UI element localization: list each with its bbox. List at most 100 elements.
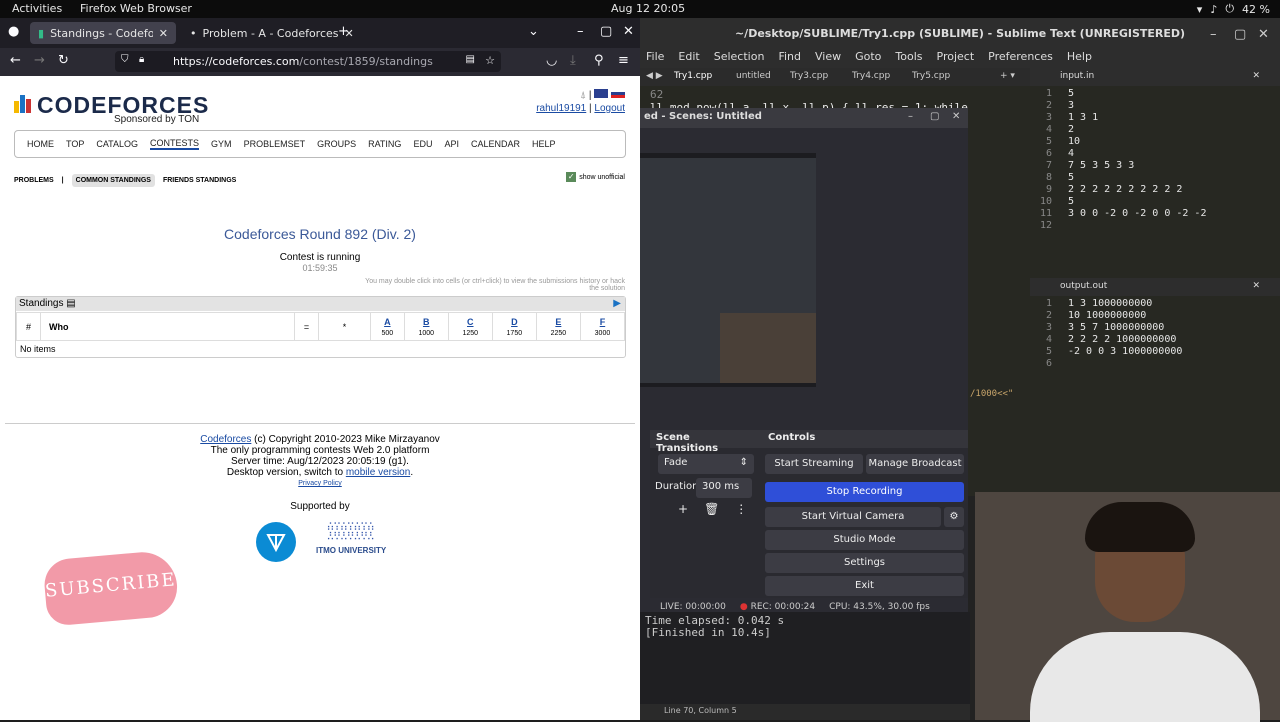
menu-item-edu[interactable]: EDU bbox=[413, 139, 432, 149]
system-tray[interactable]: ▾ ♪ ⏻ 42 % bbox=[1197, 2, 1270, 16]
manage-broadcast-button[interactable]: Manage Broadcast bbox=[866, 454, 964, 474]
output-pane[interactable]: output.out ✕ 123456 1 3 1000000000 10 1000… bbox=[1030, 278, 1280, 492]
menu-goto[interactable]: Goto bbox=[855, 50, 881, 66]
close-window-icon[interactable]: ✕ bbox=[1258, 27, 1269, 42]
menu-view[interactable]: View bbox=[815, 50, 841, 66]
tab-try1[interactable]: Try1.cpp bbox=[674, 71, 712, 81]
english-flag-icon[interactable] bbox=[594, 89, 609, 98]
menu-item-help[interactable]: HELP bbox=[532, 139, 556, 149]
col-who[interactable]: Who bbox=[40, 312, 295, 341]
subnav-common-standings[interactable]: COMMON STANDINGS bbox=[71, 174, 155, 187]
menu-tools[interactable]: Tools bbox=[895, 50, 922, 66]
maximize-icon[interactable]: ▢ bbox=[600, 24, 612, 39]
menu-item-catalog[interactable]: CATALOG bbox=[96, 139, 138, 149]
forward-icon[interactable]: → bbox=[34, 53, 45, 68]
itmo-logo[interactable]: ∴∵∴∵∴∵∴ ∵∴∵∴∵∴∵ ∴∵∴∵∴∵∴ ITMO UNIVERSITY bbox=[316, 521, 386, 556]
menu-edit[interactable]: Edit bbox=[678, 50, 699, 66]
chevron-down-icon[interactable]: ⌄ bbox=[528, 24, 539, 39]
active-app-name[interactable]: Firefox Web Browser bbox=[80, 2, 192, 15]
tab-try4[interactable]: Try4.cpp bbox=[852, 71, 890, 81]
tab-standings[interactable]: ▮ Standings - Codeforces R ✕ bbox=[30, 22, 176, 44]
tab-untitled[interactable]: untitled bbox=[736, 71, 771, 81]
menu-item-rating[interactable]: RATING bbox=[368, 139, 401, 149]
duration-input[interactable]: 300 ms bbox=[696, 478, 752, 498]
build-output-console[interactable]: Time elapsed: 0.042 s [Finished in 10.4s… bbox=[640, 612, 970, 704]
col-problem-a[interactable]: A 500 bbox=[370, 312, 405, 341]
maximize-icon[interactable]: ▢ bbox=[930, 111, 939, 122]
col-solved[interactable]: = bbox=[294, 312, 319, 341]
close-icon[interactable]: ✕ bbox=[1252, 281, 1260, 291]
transition-select[interactable]: Fade ⇕ bbox=[658, 454, 754, 474]
close-window-icon[interactable]: ✕ bbox=[952, 111, 960, 122]
url-bar[interactable]: ⛉ 🔒︎ https://codeforces.com/contest/1859… bbox=[115, 51, 501, 72]
tab-problem-a[interactable]: • Problem - A - Codeforces ✕ bbox=[182, 22, 354, 44]
footer-codeforces-link[interactable]: Codeforces bbox=[200, 434, 251, 445]
gear-icon[interactable]: ⚙ bbox=[944, 507, 964, 527]
add-icon[interactable]: + bbox=[678, 502, 688, 516]
arrow-right-icon[interactable]: ▶ bbox=[613, 298, 621, 309]
problem-link[interactable]: B bbox=[405, 317, 448, 327]
problem-link[interactable]: C bbox=[449, 317, 492, 327]
tab-add-icon[interactable]: + ▾ bbox=[1000, 71, 1015, 81]
problem-link[interactable]: A bbox=[371, 317, 404, 327]
mobile-version-link[interactable]: mobile version bbox=[346, 467, 410, 478]
problem-link[interactable]: D bbox=[493, 317, 536, 327]
logout-link[interactable]: Logout bbox=[594, 103, 625, 114]
stop-recording-button[interactable]: Stop Recording bbox=[765, 482, 964, 502]
bell-icon[interactable]: ⍋ bbox=[580, 90, 586, 101]
menu-file[interactable]: File bbox=[646, 50, 664, 66]
start-streaming-button[interactable]: Start Streaming bbox=[765, 454, 863, 474]
reload-icon[interactable]: ↻ bbox=[58, 53, 69, 68]
close-window-icon[interactable]: ✕ bbox=[623, 24, 634, 39]
tab-input[interactable]: input.in ✕ bbox=[1030, 68, 1280, 86]
clock[interactable]: Aug 12 20:05 bbox=[611, 2, 685, 15]
menu-item-calendar[interactable]: CALENDAR bbox=[471, 139, 520, 149]
minimize-icon[interactable]: – bbox=[577, 24, 584, 39]
lock-icon[interactable]: 🔒︎ bbox=[139, 54, 144, 65]
problem-link[interactable]: E bbox=[537, 317, 580, 327]
subnav-friends-standings[interactable]: FRIENDS STANDINGS bbox=[163, 177, 236, 184]
col-problem-b[interactable]: B 1000 bbox=[403, 312, 449, 341]
bookmark-star-icon[interactable]: ☆ bbox=[485, 54, 495, 67]
code-editor-visible-strip[interactable]: /1000<<" bbox=[968, 86, 1030, 496]
checkbox-checked-icon[interactable]: ✓ bbox=[566, 172, 577, 182]
col-penalty[interactable]: * bbox=[318, 312, 371, 341]
minimize-icon[interactable]: – bbox=[1210, 27, 1217, 42]
subnav-problems[interactable]: PROBLEMS bbox=[14, 177, 54, 184]
extensions-icon[interactable]: ⚲ bbox=[594, 53, 604, 68]
col-problem-e[interactable]: E 2250 bbox=[535, 312, 581, 341]
shield-icon[interactable]: ⛉ bbox=[121, 54, 129, 65]
settings-button[interactable]: Settings bbox=[765, 553, 964, 573]
back-icon[interactable]: ← bbox=[10, 53, 21, 68]
menu-item-api[interactable]: API bbox=[444, 139, 459, 149]
new-tab-icon[interactable]: + bbox=[338, 24, 349, 39]
tab-try3[interactable]: Try3.cpp bbox=[790, 71, 828, 81]
menu-find[interactable]: Find bbox=[778, 50, 801, 66]
close-icon[interactable]: ✕ bbox=[1252, 71, 1260, 81]
activities-button[interactable]: Activities bbox=[12, 2, 62, 15]
menu-item-top[interactable]: TOP bbox=[66, 139, 84, 149]
studio-mode-button[interactable]: Studio Mode bbox=[765, 530, 964, 550]
privacy-policy-link[interactable]: Privacy Policy bbox=[298, 480, 342, 487]
pocket-icon[interactable]: ◡ bbox=[546, 53, 557, 68]
close-icon[interactable]: ✕ bbox=[159, 27, 168, 40]
input-pane[interactable]: input.in ✕ 1 2 3 4 5 6 7 8 9 10 11 12 531 3 1 2 10 4 7 5… bbox=[1030, 68, 1280, 278]
more-icon[interactable]: ⋮ bbox=[735, 502, 747, 516]
col-problem-f[interactable]: F 3000 bbox=[579, 312, 626, 341]
download-icon[interactable]: ⤓ bbox=[570, 53, 576, 68]
tab-try5[interactable]: Try5.cpp bbox=[912, 71, 950, 81]
menu-preferences[interactable]: Preferences bbox=[988, 50, 1053, 66]
menu-item-contests[interactable]: CONTESTS bbox=[150, 138, 200, 150]
start-virtual-camera-button[interactable]: Start Virtual Camera bbox=[765, 507, 941, 527]
minimize-icon[interactable]: – bbox=[908, 111, 913, 122]
menu-project[interactable]: Project bbox=[937, 50, 975, 66]
russian-flag-icon[interactable] bbox=[611, 89, 625, 98]
exit-button[interactable]: Exit bbox=[765, 576, 964, 596]
col-problem-d[interactable]: D 1750 bbox=[491, 312, 537, 341]
username-link[interactable]: rahul19191 bbox=[536, 103, 586, 114]
problem-link[interactable]: F bbox=[581, 317, 624, 327]
tab-output[interactable]: output.out ✕ bbox=[1030, 278, 1280, 296]
menu-item-home[interactable]: HOME bbox=[27, 139, 54, 149]
firefox-menu-icon[interactable]: ● bbox=[8, 24, 19, 39]
tab-nav-arrows-icon[interactable]: ◀ ▶ bbox=[646, 71, 663, 81]
